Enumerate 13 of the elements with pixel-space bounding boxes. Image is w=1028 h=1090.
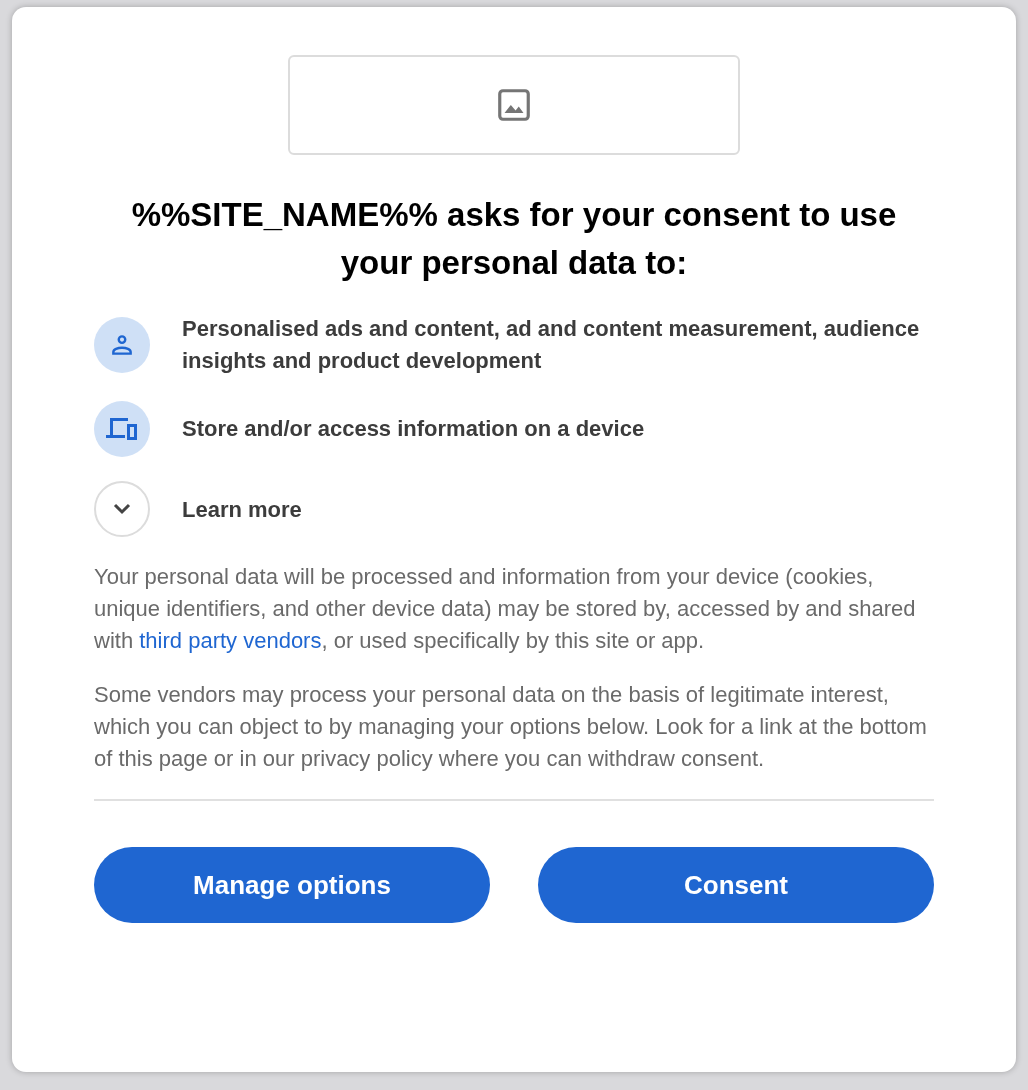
- action-button[interactable]: Consent: [538, 847, 934, 923]
- person-icon: [109, 332, 135, 358]
- vendors-link[interactable]: third party vendors: [139, 628, 322, 653]
- info-paragraph: Some vendors may process your personal data on the basis of legitimate interest, which you can object to by managing your options below. Look for a link at the bottom of this page or in our privacy policy where you can withdraw consent.: [94, 681, 928, 773]
- chevron-icon: [112, 502, 132, 516]
- purpose-text: Store and/or access information on a device: [182, 415, 645, 443]
- dialog-title: %%SITE_NAME%% asks for your consent to use your personal data to:: [130, 195, 898, 283]
- info-paragraph: Your personal data will be processed and information from your device (cookies, unique identifiers, and other device data) may be stored by, accessed by and shared with third party vendors, or used specifically by this site or app.: [94, 563, 917, 655]
- learn-more-toggle[interactable]: Learn more: [94, 481, 934, 537]
- image-icon: [495, 86, 533, 124]
- purpose-text: Personalised ads and content, ad and content measurement, audience insights and product development: [182, 315, 921, 375]
- devices-icon: [105, 416, 139, 442]
- action-button[interactable]: Manage options: [94, 847, 490, 923]
